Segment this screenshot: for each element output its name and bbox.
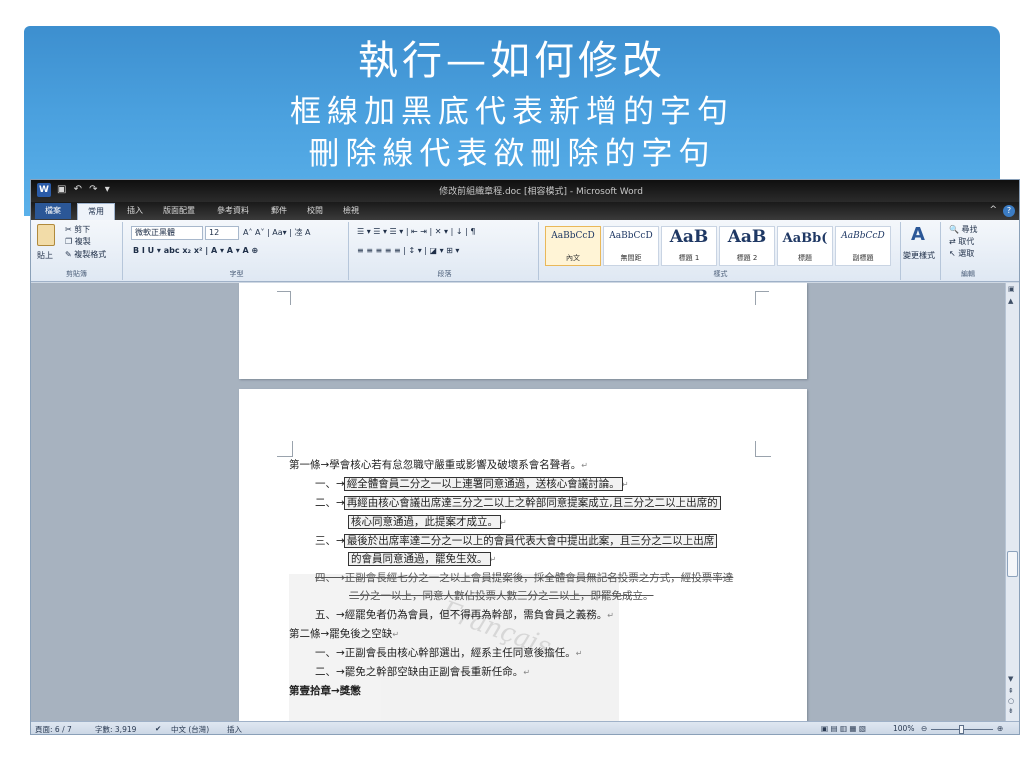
font-name-select[interactable]: 微軟正黑體 — [131, 226, 203, 240]
tab-home[interactable]: 常用 — [77, 203, 115, 220]
doc-line: 二、→ 再經由核心會議出席達三分之二以上之幹部同意提案成立,且三分之二以上出席的 — [315, 496, 721, 511]
minimize-ribbon-icon[interactable]: ^ — [989, 205, 997, 215]
word-count[interactable]: 字數: 3,919 — [95, 724, 136, 734]
scroll-down-icon[interactable]: ▼ — [1008, 675, 1013, 683]
inserted-text: 最後於出席率達二分之一以上的會員代表大會中提出此案，且三分之二以上出席 — [343, 533, 718, 548]
change-styles-icon[interactable]: A — [911, 224, 925, 245]
zoom-slider-handle[interactable] — [959, 725, 964, 734]
page-count[interactable]: 頁面: 6 / 7 — [35, 724, 72, 734]
list-buttons[interactable]: ☰ ▾ ☰ ▾ ☰ ▾ | ⇤ ⇥ | ✕ ▾ | ↓ | ¶ — [357, 227, 475, 236]
editing-group: 🔍 尋找 ⇄ 取代 ↖ 選取 編輯 — [943, 222, 993, 280]
deleted-line: 二分之一以上，同意人數佔投票人數三分之二以上，即罷免成立。 — [349, 590, 654, 603]
change-styles-button[interactable]: 變更樣式 — [903, 250, 935, 261]
cut-button[interactable]: ✂ 剪下 — [65, 224, 90, 235]
inserted-text: 經全體會員二分之一以上連署同意通過，送核心會議討論。 — [343, 477, 623, 492]
margin-mark-tr-v — [755, 291, 769, 305]
slide-subtitle-2: 刪除線代表欲刪除的字句 — [308, 136, 716, 172]
inserted-text: 核心同意通過，此提案才成立。 — [348, 514, 501, 529]
proofing-icon[interactable]: ✔ — [155, 724, 161, 733]
zoom-in-icon[interactable]: ⊕ — [997, 724, 1003, 733]
style-no-spacing[interactable]: AaBbCcD 無間距 — [603, 226, 659, 266]
scroll-up-icon[interactable]: ▲ — [1008, 297, 1013, 305]
margin-mark-tl-v — [277, 291, 291, 305]
ribbon: 貼上 ✂ 剪下 ❐ 複製 ✎ 複製格式 剪貼簿 微軟正黑體 12 A˄ A˅ |… — [31, 220, 1019, 282]
deleted-line: 四、→正副會長經七分之一之以上會員提案後，採全體會員無記名投票之方式，經投票率達 — [315, 572, 734, 585]
document-area[interactable]: Français 第一條→學會核心若有怠忽職守嚴重或影響及破壞系會名聲者。↵ 一… — [31, 283, 1007, 721]
doc-line: 三、→ 最後於出席率達二分之一以上的會員代表大會中提出此案，且三分之二以上出席 — [315, 533, 718, 548]
style-heading-2[interactable]: AaB 標題 2 — [719, 226, 775, 266]
clipboard-group: 貼上 ✂ 剪下 ❐ 複製 ✎ 複製格式 剪貼簿 — [31, 222, 123, 280]
styles-group: AaBbCcD 內文 AaBbCcD 無間距 AaB 標題 1 AaB 標題 2… — [541, 222, 901, 280]
find-button[interactable]: 🔍 尋找 — [949, 224, 978, 235]
word-window: W ▣ ↶ ↷ ▾ 修改前組織章程.doc [相容模式] - Microsoft… — [30, 179, 1020, 735]
format-painter-button[interactable]: ✎ 複製格式 — [65, 249, 106, 260]
browse-object-icon[interactable]: ○ — [1008, 697, 1014, 705]
tab-layout[interactable]: 版面配置 — [163, 205, 195, 216]
page-current[interactable]: Français 第一條→學會核心若有怠忽職守嚴重或影響及破壞系會名聲者。↵ 一… — [239, 389, 807, 721]
doc-line: 核心同意通過，此提案才成立。 ↵ — [348, 514, 507, 529]
language-indicator[interactable]: 中文 (台灣) — [171, 724, 209, 734]
inserted-text: 再經由核心會議出席達三分之二以上之幹部同意提案成立,且三分之二以上出席的 — [343, 496, 721, 511]
paste-icon[interactable] — [37, 224, 55, 246]
doc-line: 第二條→罷免後之空缺↵ — [289, 627, 400, 640]
insert-mode[interactable]: 插入 — [227, 724, 242, 734]
copy-button[interactable]: ❐ 複製 — [65, 236, 91, 247]
inserted-text: 的會員同意通過，罷免生效。 — [348, 552, 491, 567]
format-buttons[interactable]: B I U ▾ abc x₂ x² | A ▾ A ▾ A ⊕ — [133, 246, 258, 255]
scroll-thumb[interactable] — [1007, 551, 1018, 577]
tab-mailings[interactable]: 郵件 — [271, 205, 287, 216]
paragraph-group: ☰ ▾ ☰ ▾ ☰ ▾ | ⇤ ⇥ | ✕ ▾ | ↓ | ¶ ≡ ≡ ≡ ≡ … — [351, 222, 539, 280]
tab-view[interactable]: 檢視 — [343, 205, 359, 216]
margin-mark-br — [755, 441, 771, 457]
help-icon[interactable]: ? — [1003, 205, 1015, 217]
doc-line: 二、→罷免之幹部空缺由正副會長重新任命。↵ — [315, 666, 531, 679]
quick-access-toolbar[interactable]: ▣ ↶ ↷ ▾ — [57, 184, 112, 195]
tab-references[interactable]: 參考資料 — [217, 205, 249, 216]
font-group: 微軟正黑體 12 A˄ A˅ | Aa▾ | 㓐 A B I U ▾ abc x… — [125, 222, 349, 280]
ribbon-tabs: 檔案 常用 插入 版面配置 參考資料 郵件 校閱 檢視 ^ ? — [31, 202, 1019, 220]
tab-file[interactable]: 檔案 — [35, 203, 71, 219]
vertical-scrollbar[interactable]: ▣ ▲ ▼ ⇞ ○ ⇟ — [1005, 283, 1019, 721]
slide-subtitle-1: 框線加黑底代表新增的字句 — [290, 94, 734, 130]
slide-title: 執行—如何修改 — [358, 38, 666, 84]
style-normal[interactable]: AaBbCcD 內文 — [545, 226, 601, 266]
tab-insert[interactable]: 插入 — [127, 205, 143, 216]
chapter-heading: 第壹拾章→獎懲 — [289, 685, 361, 698]
editing-label: 編輯 — [961, 270, 975, 278]
paragraph-label: 段落 — [437, 270, 452, 278]
font-size-select[interactable]: 12 — [205, 226, 239, 240]
next-page-icon[interactable]: ⇟ — [1008, 707, 1014, 715]
slide: 執行—如何修改 框線加黑底代表新增的字句 刪除線代表欲刪除的字句 W ▣ ↶ ↷… — [0, 0, 1024, 768]
style-title[interactable]: AaBb( 標題 — [777, 226, 833, 266]
paste-button[interactable]: 貼上 — [37, 250, 53, 261]
doc-line: 一、→正副會長由核心幹部選出，經系主任同意後擔任。↵ — [315, 647, 583, 660]
font-grow-shrink-buttons[interactable]: A˄ A˅ | Aa▾ | 㓐 A — [243, 227, 310, 238]
document-text[interactable]: 第一條→學會核心若有怠忽職守嚴重或影響及破壞系會名聲者。↵ 一、→ 經全體會員二分… — [289, 456, 769, 701]
style-heading-1[interactable]: AaB 標題 1 — [661, 226, 717, 266]
previous-page-icon[interactable]: ⇞ — [1008, 687, 1014, 695]
select-button[interactable]: ↖ 選取 — [949, 248, 974, 259]
doc-line: 五、→經罷免者仍為會員，但不得再為幹部，需負會員之義務。↵ — [315, 608, 614, 621]
word-app-icon[interactable]: W — [37, 183, 51, 197]
window-title: 修改前組織章程.doc [相容模式] - Microsoft Word — [439, 187, 643, 197]
styles-label: 樣式 — [713, 270, 728, 278]
page-previous — [239, 283, 807, 379]
margin-mark-bl — [277, 441, 293, 457]
ruler-toggle-icon[interactable]: ▣ — [1008, 285, 1015, 293]
tab-review[interactable]: 校閱 — [307, 205, 323, 216]
clipboard-label: 剪貼簿 — [66, 270, 87, 278]
doc-line: 一、→ 經全體會員二分之一以上連署同意通過，送核心會議討論。 ↵ — [315, 477, 629, 492]
replace-button[interactable]: ⇄ 取代 — [949, 236, 974, 247]
status-bar: 頁面: 6 / 7 字數: 3,919 ✔ 中文 (台灣) 插入 ▣ ▤ ▥ ▦… — [31, 721, 1019, 734]
alignment-buttons[interactable]: ≡ ≡ ≡ ≡ ≡ | ↕ ▾ | ◪ ▾ ⊞ ▾ — [357, 246, 459, 255]
doc-line: 第一條→學會核心若有怠忽職守嚴重或影響及破壞系會名聲者。↵ — [289, 459, 588, 471]
zoom-level[interactable]: 100% — [893, 724, 914, 733]
change-styles-group: A 變更樣式 — [903, 222, 941, 280]
style-subtitle[interactable]: AaBbCcD 副標題 — [835, 226, 891, 266]
zoom-out-icon[interactable]: ⊖ — [921, 724, 927, 733]
title-bar: W ▣ ↶ ↷ ▾ 修改前組織章程.doc [相容模式] - Microsoft… — [31, 180, 1019, 202]
font-label: 字型 — [229, 270, 244, 278]
doc-line: 的會員同意通過，罷免生效。 ↵ — [348, 552, 497, 567]
view-buttons[interactable]: ▣ ▤ ▥ ▦ ▧ — [821, 724, 866, 733]
